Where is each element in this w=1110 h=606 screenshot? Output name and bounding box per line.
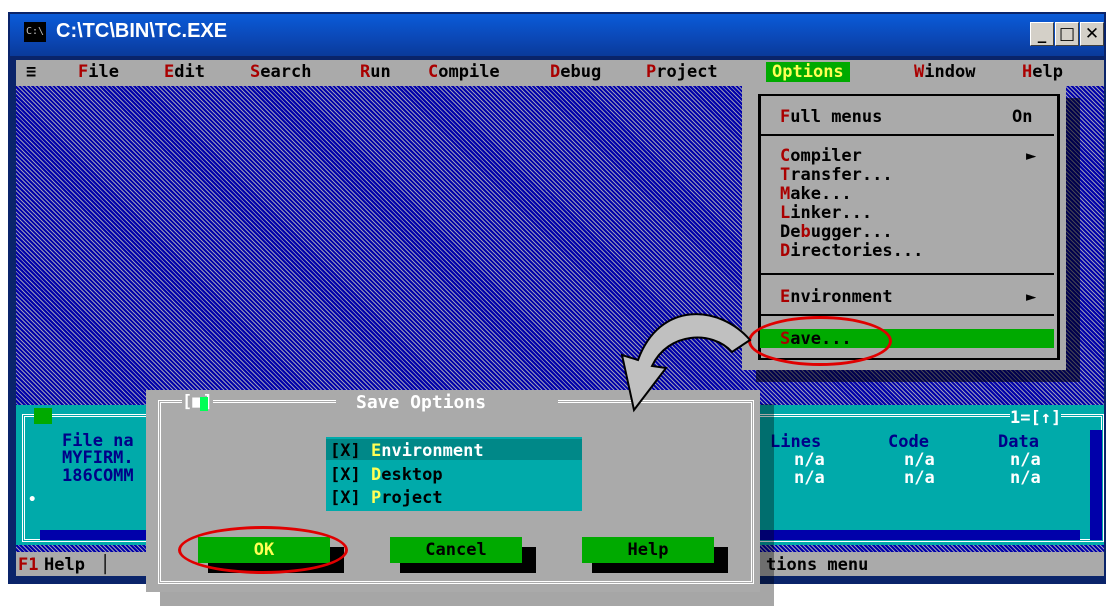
file-row[interactable]: MYFIRM. [62, 448, 134, 468]
vertical-scrollbar[interactable] [1090, 430, 1102, 540]
cancel-button[interactable]: Cancel [390, 537, 522, 563]
menuitem-full-menus[interactable]: Full menus [780, 107, 882, 127]
submenu-arrow-icon: ► [1026, 146, 1037, 166]
column-data: Data [998, 432, 1039, 452]
curved-arrow-icon [620, 313, 752, 413]
bullet-marker: • [28, 492, 37, 508]
window-number-label[interactable]: 1=[↑] [1010, 408, 1062, 428]
menuitem-environment[interactable]: Environment [780, 287, 893, 307]
column-lines: Lines [770, 432, 822, 452]
full-menus-value: On [1012, 107, 1033, 127]
menu-run[interactable]: Run [360, 62, 391, 82]
menuitem-directories[interactable]: Directories... [780, 241, 923, 261]
menu-help[interactable]: Help [1022, 62, 1063, 82]
menu-window[interactable]: Window [914, 62, 975, 82]
menuitem-debugger[interactable]: Debugger... [780, 222, 893, 242]
status-separator: │ [100, 555, 111, 575]
menuitem-linker[interactable]: Linker... [780, 203, 872, 223]
close-button[interactable]: ✕ [1080, 22, 1104, 46]
dialog-close-box[interactable]: [■] [182, 392, 213, 412]
menu-search[interactable]: Search [250, 62, 311, 82]
status-help: Help [44, 555, 85, 575]
cell-lines: n/a [794, 450, 825, 470]
menu-separator [760, 134, 1054, 136]
close-indicator-icon [200, 397, 208, 411]
cell-data: n/a [1010, 468, 1041, 488]
ok-highlight-ellipse [178, 526, 348, 574]
status-hint: tions menu [766, 555, 869, 575]
help-button[interactable]: Help [582, 537, 714, 563]
cell-lines: n/a [794, 468, 825, 488]
window-close-box[interactable] [34, 408, 52, 424]
file-row[interactable]: 186COMM [62, 466, 134, 486]
maximize-button[interactable]: □ [1055, 22, 1079, 46]
system-menu[interactable]: ≡ [26, 62, 36, 82]
checkbox-project[interactable]: [X] Project [330, 488, 443, 508]
cell-code: n/a [904, 450, 935, 470]
status-key-f1[interactable]: F1 [18, 555, 38, 575]
column-code: Code [888, 432, 929, 452]
dialog-title: Save Options [356, 392, 487, 413]
checkbox-desktop[interactable]: [X] Desktop [330, 465, 443, 485]
minimize-button[interactable]: _ [1030, 22, 1054, 46]
menuitem-transfer[interactable]: Transfer... [780, 165, 893, 185]
cell-code: n/a [904, 468, 935, 488]
submenu-arrow-icon: ► [1026, 287, 1037, 307]
menu-file[interactable]: File [78, 62, 119, 82]
menu-separator [760, 273, 1054, 275]
menu-options[interactable]: Options [766, 62, 850, 82]
menu-edit[interactable]: Edit [164, 62, 205, 82]
cell-data: n/a [1010, 450, 1041, 470]
console-icon: C:\ [24, 22, 46, 42]
menuitem-make[interactable]: Make... [780, 184, 852, 204]
window-title: C:\TC\BIN\TC.EXE [56, 20, 228, 42]
menu-compile[interactable]: Compile [428, 62, 500, 82]
menu-debug[interactable]: Debug [550, 62, 601, 82]
menu-project[interactable]: Project [646, 62, 718, 82]
checkbox-environment[interactable]: [X] Environment [330, 441, 484, 461]
menuitem-compiler[interactable]: Compiler [780, 146, 862, 166]
